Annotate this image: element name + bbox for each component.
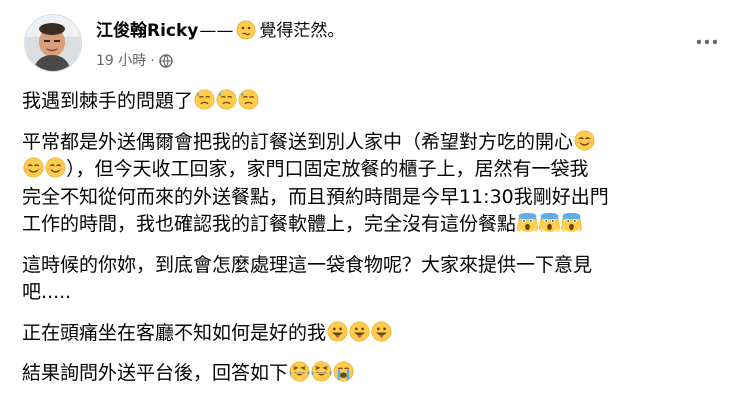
- screaming-face-icon: [538, 212, 561, 233]
- screaming-face-icon: [560, 212, 583, 233]
- author-name[interactable]: 江俊翰Ricky: [96, 21, 198, 41]
- post-paragraph-2: 平常都是外送偶爾會把我的訂餐送到別人家中（希望對方吃的開心 ），但今天收工回家，…: [22, 129, 702, 239]
- author-dash: ——: [199, 21, 234, 41]
- author-line: 江俊翰Ricky—— 覺得茫然。: [96, 16, 344, 45]
- feeling-text: 覺得茫然。: [259, 21, 345, 41]
- laughing-tears-face-icon: [311, 361, 332, 382]
- paragraph-text: 我遇到棘手的問題了: [22, 90, 194, 112]
- post-paragraph-4: 正在頭痛坐在客廳不知如何是好的我: [22, 320, 702, 348]
- avatar-photo: [25, 15, 81, 71]
- more-options-icon[interactable]: [693, 34, 721, 50]
- screaming-face-icon: [516, 212, 539, 233]
- post-paragraph-5: 結果詢問外送平台後，回答如下: [22, 360, 702, 388]
- public-globe-icon[interactable]: [159, 54, 173, 72]
- post-paragraph-3: 這時候的你妳，到底會怎麼處理這一袋食物呢？大家來提供一下意見 吧.....: [22, 252, 702, 307]
- paragraph-text: 結果詢問外送平台後，回答如下: [22, 362, 289, 384]
- paragraph-line: ），但今天收工回家，家門口固定放餐的櫃子上，居然有一袋我: [66, 158, 589, 180]
- paragraph-line: 這時候的你妳，到底會怎麼處理這一袋食物呢？大家來提供一下意見: [22, 253, 593, 276]
- sweat-face-icon: [216, 89, 237, 110]
- paragraph-line: 完全不知從何而來的外送餐點，而且預約時間是今早11:30我剛好出門: [22, 185, 609, 208]
- smiling-face-icon: [574, 130, 595, 151]
- paragraph-text: 正在頭痛坐在客廳不知如何是好的我: [22, 321, 327, 344]
- meta-separator: ·: [150, 53, 155, 69]
- post-header: 江俊翰Ricky—— 覺得茫然。 19 小時 ·: [14, 12, 733, 74]
- post-paragraph-1: 我遇到棘手的問題了: [22, 88, 702, 116]
- post-meta: 19 小時 ·: [96, 50, 173, 72]
- timestamp[interactable]: 19 小時: [96, 53, 146, 69]
- laughing-tears-face-icon: [289, 361, 310, 382]
- avatar[interactable]: [24, 14, 82, 72]
- paragraph-line: 工作的時間，我也確認我的訂餐軟體上，完全沒有這份餐點: [22, 213, 517, 235]
- facebook-post: 江俊翰Ricky—— 覺得茫然。 19 小時 · 我遇到棘手的問題了 平常都是外送…: [0, 0, 747, 408]
- grinning-tongue-face-icon: [349, 321, 370, 342]
- crying-face-icon: [333, 361, 354, 382]
- smiling-face-icon: [23, 157, 44, 178]
- post-content: 我遇到棘手的問題了 平常都是外送偶爾會把我的訂餐送到別人家中（希望對方吃的開心 …: [22, 88, 702, 401]
- paragraph-line: 吧.....: [22, 281, 72, 303]
- confused-face-icon: [236, 20, 256, 45]
- grinning-tongue-face-icon: [327, 321, 348, 342]
- sweat-face-icon: [238, 89, 259, 110]
- smiling-face-icon: [45, 157, 66, 178]
- grinning-tongue-face-icon: [371, 321, 392, 342]
- sweat-face-icon: [194, 89, 215, 110]
- paragraph-line: 平常都是外送偶爾會把我的訂餐送到別人家中（希望對方吃的開心: [22, 130, 574, 153]
